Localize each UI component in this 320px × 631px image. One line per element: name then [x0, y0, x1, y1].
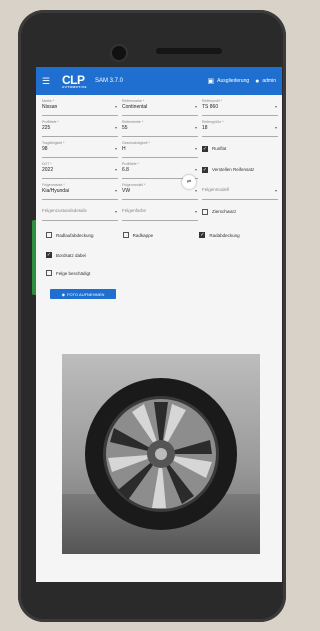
cover-checks: Radlaufabdeckung Radkappe ✓ Radabdeckung: [36, 223, 282, 241]
chevron-down-icon: ▾: [194, 104, 197, 109]
chevron-down-icon: ▾: [114, 209, 117, 214]
chevron-down-icon: ▾: [114, 146, 117, 151]
wheel-photo: [62, 354, 260, 554]
wheel-swap-icon[interactable]: ⇄: [182, 175, 196, 189]
extra-checks: ✓ Bordsatz dabei Felge beschädigt: [36, 241, 282, 279]
logo: CLP AUTOMOTIVE: [62, 72, 87, 89]
checked-icon: ✓: [46, 252, 52, 258]
camera-icon: ◉: [61, 291, 66, 297]
checkbox-bordsatz[interactable]: ✓ Bordsatz dabei: [46, 249, 272, 261]
garage-icon: ▣: [207, 78, 215, 85]
speaker-grille: [156, 48, 222, 54]
app-screen: ☰ CLP AUTOMOTIVE SAM 3.7.0 ▣ Ausgliederu…: [36, 67, 282, 582]
select-field[interactable]: DOT * 2022 ▾: [42, 160, 118, 179]
checkbox-radlaufabdeckung[interactable]: Radlaufabdeckung: [46, 229, 123, 241]
chevron-down-icon: ▾: [114, 167, 117, 172]
checkbox-felge-beschaedigt[interactable]: Felge beschädigt: [46, 267, 272, 279]
chevron-down-icon: ▾: [114, 125, 117, 130]
form-row: Felgenmarke * Kia/Hyundai ▾ Felgenmodell * V…: [42, 181, 278, 200]
take-photo-button[interactable]: ◉ FOTO AUFNEHMEN: [50, 289, 116, 299]
app-version: SAM 3.7.0: [94, 78, 123, 84]
checkbox-radabdeckung[interactable]: ✓ Radabdeckung: [199, 229, 276, 241]
front-camera: [110, 44, 128, 62]
chevron-down-icon: ▾: [274, 188, 277, 193]
tire-form: Marke * Nissan ▾ Reifenmarke * Continental ▾ R…: [36, 95, 282, 221]
chevron-down-icon: ▾: [194, 209, 197, 214]
chevron-down-icon: ▾: [114, 188, 117, 193]
select-field[interactable]: Reifenmarke * Continental ▾: [122, 97, 198, 116]
checked-icon: ✓: [199, 232, 206, 238]
menu-icon[interactable]: ☰: [42, 76, 56, 87]
chevron-down-icon: ▾: [194, 125, 197, 130]
chevron-down-icon: ▾: [274, 104, 277, 109]
form-row: Profiltiefe * 225 ▾ Reifenbreite * 55 ▾ Reifen…: [42, 118, 278, 137]
chevron-down-icon: ▾: [194, 167, 197, 172]
wheel-image: [85, 378, 237, 530]
chevron-down-icon: ▾: [274, 125, 277, 130]
select-field[interactable]: Reifenbreite * 55 ▾: [122, 118, 198, 137]
location-button[interactable]: ▣ Ausgliederung: [208, 77, 250, 85]
person-icon: ●: [255, 77, 260, 85]
checkbox-field[interactable]: ✓ Runflat: [202, 139, 278, 158]
chevron-down-icon: ▾: [114, 104, 117, 109]
select-field[interactable]: Felgenmodell ▾: [202, 181, 278, 200]
form-row: DOT * 2022 ▾ Profiltiefe * 6.8 ▾ ✓ Verstellen R…: [42, 160, 278, 179]
select-field[interactable]: Tragfähigkeit * 98 ▾: [42, 139, 118, 158]
unchecked-icon: [46, 270, 52, 276]
select-field[interactable]: Reifenprofil * TS 860 ▾: [202, 97, 278, 116]
checkbox-field[interactable]: ✓ Verstellen Reifensatz: [202, 160, 278, 179]
unchecked-icon: [202, 208, 208, 215]
form-row: Tragfähigkeit * 98 ▾ Geschwindigkeit * H ▾ ✓ Ru…: [42, 139, 278, 158]
user-button[interactable]: ● admin: [255, 78, 276, 85]
unchecked-icon: [46, 232, 52, 238]
select-field[interactable]: Felgenfarbe ▾: [122, 202, 198, 221]
select-field[interactable]: Marke * Nissan ▾: [42, 97, 118, 116]
select-field[interactable]: Felgenzustandsdetails ▾: [42, 202, 118, 221]
select-field[interactable]: Profiltiefe * 225 ▾: [42, 118, 118, 137]
form-row: Felgenzustandsdetails ▾ Felgenfarbe ▾ Ziersc…: [42, 202, 278, 221]
app-bar: ☰ CLP AUTOMOTIVE SAM 3.7.0 ▣ Ausgliederu…: [36, 67, 282, 95]
chevron-down-icon: ▾: [194, 188, 197, 193]
checkbox-radkappe[interactable]: Radkappe: [122, 229, 200, 241]
checked-icon: ✓: [202, 166, 208, 173]
checkbox-field[interactable]: Zierschwarz: [202, 202, 278, 221]
select-field[interactable]: Felgenmarke * Kia/Hyundai ▾: [42, 181, 118, 200]
unchecked-icon: [122, 232, 129, 238]
select-field[interactable]: Reifengröße * 18 ▾: [202, 118, 278, 137]
checked-icon: ✓: [202, 145, 208, 152]
chevron-down-icon: ▾: [194, 146, 197, 151]
select-field[interactable]: Geschwindigkeit * H ▾: [122, 139, 198, 158]
form-row: Marke * Nissan ▾ Reifenmarke * Continental ▾ R…: [42, 97, 278, 116]
